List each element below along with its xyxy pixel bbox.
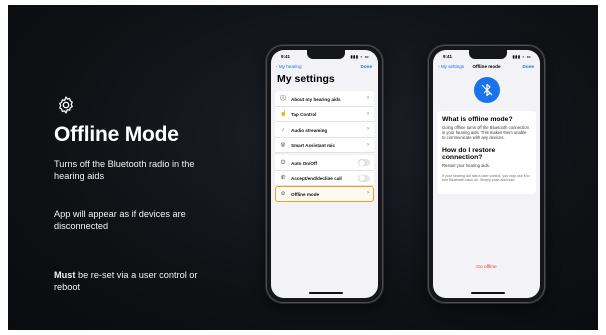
back-button[interactable]: ‹ My hearing	[276, 64, 302, 69]
offline-screen: 9:41 ▮▮▮ ◗ ▭ ‹ My settings Offline mode …	[433, 50, 540, 298]
bluetooth-off-icon	[481, 83, 492, 97]
go-offline-button[interactable]: Go offline	[433, 265, 540, 270]
settings-item-label: Accept/end/decline call	[291, 176, 342, 181]
gear-icon	[59, 96, 73, 114]
bluetooth-off-badge	[473, 77, 500, 103]
settings-item-tap-control[interactable]: ☝ Tap Control ›	[275, 107, 374, 122]
what-heading: What is offline mode?	[442, 116, 513, 123]
reset-note-rest: be re-set via a user control or reboot	[54, 270, 198, 293]
auto-onoff-toggle[interactable]	[358, 159, 370, 166]
nav-bar: ‹ My hearing Done	[271, 62, 378, 72]
settings-item-label: Offline mode	[291, 191, 320, 197]
tap-icon: ☝	[280, 111, 287, 117]
settings-item-label: Auto On/Off	[291, 160, 318, 166]
clock: 9:41	[281, 54, 291, 59]
chevron-right-icon: ›	[367, 141, 369, 148]
signal-battery-icon: ▮▮▮ ◗ ▭	[350, 54, 369, 59]
info-icon: ⓘ	[280, 95, 286, 102]
settings-item-label: Tap Control	[291, 112, 317, 117]
restore-note: If your hearing aid has a user control, …	[442, 173, 530, 183]
phone-offline-mode: 9:41 ▮▮▮ ◗ ▭ ‹ My settings Offline mode …	[428, 45, 545, 303]
settings-item-label: Smart Assistant mic	[291, 143, 335, 148]
what-text: Going offline turns off the Bluetooth co…	[442, 125, 529, 141]
bluetooth-note: Turns off the Bluetooth radio in the hea…	[54, 159, 195, 182]
settings-item-offline-mode[interactable]: ⦸ Offline mode ›	[275, 186, 374, 202]
settings-item-label: About my hearing aids	[291, 96, 341, 102]
notch	[469, 50, 507, 59]
chevron-right-icon: ›	[367, 126, 369, 132]
settings-list: ⓘ About my hearing aids › ☝ Tap Control …	[275, 91, 374, 202]
mic-icon: ◎	[280, 142, 286, 148]
call-toggle[interactable]	[358, 174, 370, 182]
chevron-right-icon: ›	[367, 95, 369, 101]
signal-battery-icon: ▮▮▮ ◗ ▭	[512, 54, 531, 59]
done-button[interactable]: Done	[361, 64, 372, 69]
settings-screen: 9:41 ▮▮▮ ◗ ▭ ‹ My hearing Done My settin…	[271, 50, 378, 298]
restore-text: Restart your hearing aids.	[442, 162, 490, 168]
power-icon: ⏻	[280, 159, 286, 166]
settings-item-call: ✆ Accept/end/decline call	[275, 171, 374, 186]
home-indicator[interactable]	[309, 292, 343, 294]
settings-item-audio-streaming[interactable]: ♪ Audio streaming ›	[275, 122, 374, 138]
phone-settings: 9:41 ▮▮▮ ◗ ▭ ‹ My hearing Done My settin…	[266, 45, 383, 303]
must-label: Must	[54, 270, 76, 280]
chevron-right-icon: ›	[367, 190, 369, 196]
settings-item-about[interactable]: ⓘ About my hearing aids ›	[275, 91, 374, 107]
back-label: My hearing	[278, 64, 302, 69]
slide: Offline Mode Turns off the Bluetooth rad…	[8, 5, 598, 330]
nav-bar: ‹ My settings Offline mode Done	[433, 62, 540, 72]
disconnected-note: App will appear as if devices are discon…	[54, 209, 186, 232]
slide-title: Offline Mode	[54, 123, 179, 146]
notch	[307, 50, 345, 59]
audio-icon: ♪	[281, 126, 285, 133]
page-title: My settings	[277, 73, 335, 85]
reset-note: Must be re-set via a user control or reb…	[54, 269, 204, 293]
settings-item-smart-assistant[interactable]: ◎ Smart Assistant mic ›	[275, 138, 374, 153]
clock: 9:41	[443, 54, 453, 59]
restore-heading: How do I restore connection?	[442, 146, 496, 161]
settings-item-label: Audio streaming	[291, 127, 328, 133]
home-indicator[interactable]	[471, 292, 505, 294]
done-button[interactable]: Done	[523, 64, 534, 69]
status-bar: 9:41 ▮▮▮ ◗ ▭	[433, 50, 540, 62]
settings-item-auto-onoff: ⏻ Auto On/Off	[275, 155, 374, 171]
offline-info-card: What is offline mode? Going offline turn…	[437, 111, 536, 194]
offline-icon: ⦸	[281, 190, 285, 197]
chevron-right-icon: ›	[367, 110, 369, 117]
status-bar: 9:41 ▮▮▮ ◗ ▭	[271, 50, 378, 62]
phone-icon: ✆	[280, 175, 286, 181]
